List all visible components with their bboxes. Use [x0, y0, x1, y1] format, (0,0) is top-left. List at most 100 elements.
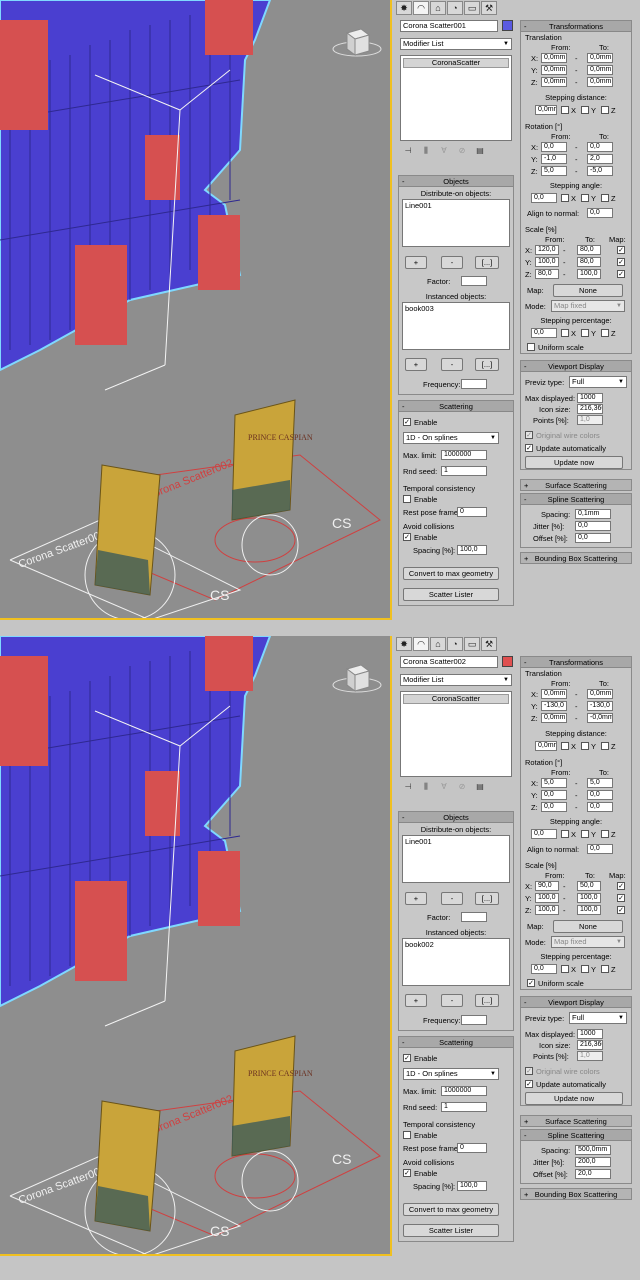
rotation-y-from[interactable]: -1,0 — [541, 154, 567, 164]
rotation-y-to[interactable]: 0,0 — [587, 790, 613, 800]
translation-x-from[interactable]: 0,0mm — [541, 689, 567, 699]
stepping-angle-field[interactable]: 0,0 — [531, 193, 557, 203]
display-tab-icon[interactable]: ▭ — [464, 1, 480, 15]
scale-y-to[interactable]: 80,0 — [577, 257, 601, 267]
make-unique-icon[interactable]: ∀ — [436, 146, 452, 158]
step-z-checkbox[interactable] — [601, 106, 609, 114]
surface-scattering-header[interactable]: + Surface Scattering — [521, 480, 631, 491]
remove-distribute-button[interactable]: - — [441, 256, 463, 269]
distribute-list[interactable]: Line001 — [402, 199, 510, 247]
rotation-x-from[interactable]: 0,0 — [541, 142, 567, 152]
align-normal-field[interactable]: 0,0 — [587, 208, 613, 218]
objects-rollout-header[interactable]: - Objects — [399, 176, 513, 187]
scale-z-from[interactable]: 100,0 — [535, 905, 559, 915]
pct-z-checkbox[interactable] — [601, 329, 609, 337]
scale-map-button[interactable]: None — [553, 284, 623, 297]
remove-modifier-icon[interactable]: ⊘ — [454, 782, 470, 794]
icon-size-field[interactable]: 216,366 — [577, 1040, 603, 1050]
add-distribute-button[interactable]: + — [405, 256, 427, 269]
scale-z-map-checkbox[interactable]: ✓ — [617, 906, 625, 914]
viewport-display-header[interactable]: - Viewport Display — [521, 361, 631, 372]
convert-to-max-geometry-button[interactable]: Convert to max geometry — [403, 567, 499, 580]
rotation-z-to[interactable]: 0,0 — [587, 802, 613, 812]
points-field[interactable]: 1,0 — [577, 1051, 603, 1061]
previz-type-dropdown[interactable]: Full ▼ — [569, 376, 627, 388]
transformations-header[interactable]: - Transformations — [521, 21, 631, 32]
rnd-seed-field[interactable]: 1 — [441, 466, 487, 476]
rest-pose-field[interactable]: 0 — [457, 1143, 487, 1153]
factor-field[interactable] — [461, 276, 487, 286]
spline-jitter-field[interactable]: 0,0 — [575, 521, 611, 531]
translation-x-from[interactable]: 0,0mm — [541, 53, 567, 63]
scale-z-from[interactable]: 80,0 — [535, 269, 559, 279]
add-distribute-button[interactable]: + — [405, 892, 427, 905]
remove-modifier-icon[interactable]: ⊘ — [454, 146, 470, 158]
browse-instanced-button[interactable]: [...] — [475, 358, 499, 371]
viewport-display-header[interactable]: - Viewport Display — [521, 997, 631, 1008]
scale-y-to[interactable]: 100,0 — [577, 893, 601, 903]
transformations-header[interactable]: - Transformations — [521, 657, 631, 668]
object-name-field[interactable]: Corona Scatter002 — [400, 656, 498, 668]
stepping-percentage-field[interactable]: 0,0 — [531, 328, 557, 338]
angle-z-checkbox[interactable] — [601, 194, 609, 202]
original-wire-checkbox[interactable]: ✓ — [525, 1067, 533, 1075]
scale-x-map-checkbox[interactable]: ✓ — [617, 246, 625, 254]
spline-spacing-field[interactable]: 0,1mm — [575, 509, 611, 519]
temporal-enable-checkbox[interactable] — [403, 1131, 411, 1139]
avoid-spacing-field[interactable]: 100,0 — [457, 545, 487, 555]
pct-y-checkbox[interactable] — [581, 965, 589, 973]
scale-mode-dropdown[interactable]: Map fixed ▼ — [551, 936, 625, 948]
align-normal-field[interactable]: 0,0 — [587, 844, 613, 854]
spline-scattering-header[interactable]: - Spline Scattering — [521, 494, 631, 505]
update-now-button[interactable]: Update now — [525, 456, 623, 469]
scale-mode-dropdown[interactable]: Map fixed ▼ — [551, 300, 625, 312]
scale-x-to[interactable]: 50,0 — [577, 881, 601, 891]
browse-distribute-button[interactable]: [...] — [475, 256, 499, 269]
modifier-list-dropdown[interactable]: Modifier List ▼ — [400, 38, 512, 50]
max-limit-field[interactable]: 1000000 — [441, 1086, 487, 1096]
surface-scattering-rollout[interactable]: + Surface Scattering — [520, 1115, 632, 1127]
scale-z-map-checkbox[interactable]: ✓ — [617, 270, 625, 278]
modify-tab-icon[interactable]: ◠ — [413, 1, 429, 15]
pct-x-checkbox[interactable] — [561, 329, 569, 337]
translation-z-to[interactable]: -0,0mm — [587, 713, 613, 723]
object-color-swatch[interactable] — [502, 20, 513, 31]
modifier-stack[interactable]: CoronaScatter — [400, 55, 512, 141]
hierarchy-tab-icon[interactable]: ⌂ — [430, 1, 446, 15]
temporal-enable-checkbox[interactable] — [403, 495, 411, 503]
remove-instanced-button[interactable]: - — [441, 994, 463, 1007]
scatter-lister-button[interactable]: Scatter Lister — [403, 588, 499, 601]
rotation-z-from[interactable]: 0,0 — [541, 802, 567, 812]
spline-spacing-field[interactable]: 500,0mm — [575, 1145, 611, 1155]
bounding-box-header[interactable]: + Bounding Box Scattering — [521, 1189, 631, 1200]
step-y-checkbox[interactable] — [581, 106, 589, 114]
spline-jitter-field[interactable]: 200,0 — [575, 1157, 611, 1167]
step-y-checkbox[interactable] — [581, 742, 589, 750]
angle-y-checkbox[interactable] — [581, 194, 589, 202]
icon-size-field[interactable]: 216,366 — [577, 404, 603, 414]
list-item[interactable]: Line001 — [405, 201, 507, 210]
rotation-y-to[interactable]: 2,0 — [587, 154, 613, 164]
distribute-list[interactable]: Line001 — [402, 835, 510, 883]
scale-y-from[interactable]: 100,0 — [535, 893, 559, 903]
spline-offset-field[interactable]: 20,0 — [575, 1169, 611, 1179]
bounding-box-header[interactable]: + Bounding Box Scattering — [521, 553, 631, 564]
max-displayed-field[interactable]: 1000 — [577, 1029, 603, 1039]
update-now-button[interactable]: Update now — [525, 1092, 623, 1105]
scattering-rollout-header[interactable]: - Scattering — [399, 401, 513, 412]
scatter-lister-button[interactable]: Scatter Lister — [403, 1224, 499, 1237]
perspective-viewport[interactable]: Corona Scatter001 Corona Scatter002 CS C… — [0, 636, 392, 1256]
frequency-field[interactable] — [461, 1015, 487, 1025]
hierarchy-tab-icon[interactable]: ⌂ — [430, 637, 446, 651]
translation-z-from[interactable]: 0,0mm — [541, 713, 567, 723]
instanced-list[interactable]: book002 — [402, 938, 510, 986]
factor-field[interactable] — [461, 912, 487, 922]
spline-scattering-header[interactable]: - Spline Scattering — [521, 1130, 631, 1141]
stepping-distance-field[interactable]: 0,0mm — [535, 741, 557, 751]
scale-x-from[interactable]: 120,0 — [535, 245, 559, 255]
make-unique-icon[interactable]: ∀ — [436, 782, 452, 794]
list-item[interactable]: book003 — [405, 304, 507, 313]
angle-x-checkbox[interactable] — [561, 194, 569, 202]
uniform-scale-checkbox[interactable] — [527, 343, 535, 351]
show-end-result-icon[interactable]: ⫼ — [418, 782, 434, 794]
